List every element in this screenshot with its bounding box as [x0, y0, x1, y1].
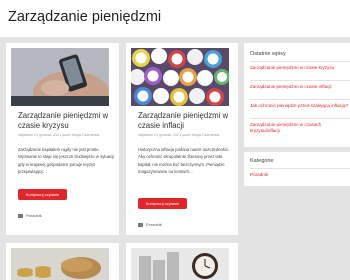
recent-post-link[interactable]: Zarządzanie pieniędzmi w czasach kryzysu…	[250, 122, 350, 134]
post-category[interactable]: Poradnik	[138, 222, 162, 227]
phone-in-hand-image	[11, 48, 109, 106]
post-card	[126, 243, 238, 280]
category-label: Poradnik	[146, 222, 162, 227]
post-excerpt: Zarządzanie kapitałem nigdy nie jest pro…	[18, 147, 115, 175]
post-meta: Napisane 21 grudnia, 2021 przez Kinga Cz…	[18, 133, 100, 137]
category-label: Poradnik	[26, 213, 42, 218]
recent-posts-widget: Ostatnie wpisy Zarządzanie pieniędzmi w …	[244, 43, 350, 147]
clocks-image	[131, 48, 229, 106]
recent-post-link[interactable]: Jak ochronić pieniądze przed szalejącą i…	[250, 103, 350, 109]
categories-widget: Kategorie Poradnik	[244, 152, 350, 186]
folder-icon	[138, 223, 143, 227]
site-header: Zarządzanie pieniędzmi	[0, 0, 350, 37]
divider	[250, 80, 350, 81]
widget-title: Kategorie	[250, 158, 274, 164]
post-card	[6, 243, 119, 280]
divider	[250, 61, 350, 62]
post-thumbnail[interactable]	[11, 48, 109, 106]
recent-post-link[interactable]: Zarządzanie pieniędzmi w czasie kryzysu	[250, 65, 350, 71]
category-link[interactable]: Poradnik	[250, 172, 350, 178]
coins-and-potato-image	[11, 248, 109, 280]
post-thumbnail[interactable]	[131, 248, 229, 280]
read-more-button[interactable]: Kontynuuj czytanie	[138, 198, 187, 209]
post-meta: Napisane 21 grudnia, 2021 przez Kinga Cz…	[138, 133, 220, 137]
post-card: Zarządzanie pieniędzmi w czasie kryzysu …	[6, 43, 119, 235]
post-thumbnail[interactable]	[131, 48, 229, 106]
divider	[250, 99, 350, 100]
post-excerpt: Historyczna inflacja podana nasze oszczę…	[138, 147, 230, 175]
post-category[interactable]: Poradnik	[18, 213, 42, 218]
divider	[250, 168, 350, 169]
post-title[interactable]: Zarządzanie pieniędzmi w czasie kryzysu	[18, 111, 118, 130]
post-card: Zarządzanie pieniędzmi w czasie inflacji…	[126, 43, 238, 235]
post-thumbnail[interactable]	[11, 248, 109, 280]
widget-title: Ostatnie wpisy	[250, 51, 286, 57]
coins-and-clock-image	[131, 248, 229, 280]
divider	[250, 118, 350, 119]
site-title[interactable]: Zarządzanie pieniędzmi	[8, 9, 161, 25]
folder-icon	[18, 214, 23, 218]
recent-post-link[interactable]: Zarządzanie pieniędzmi w czasie inflacji	[250, 84, 350, 90]
post-title[interactable]: Zarządzanie pieniędzmi w czasie inflacji	[138, 111, 238, 130]
read-more-button[interactable]: Kontynuuj czytanie	[18, 189, 67, 200]
